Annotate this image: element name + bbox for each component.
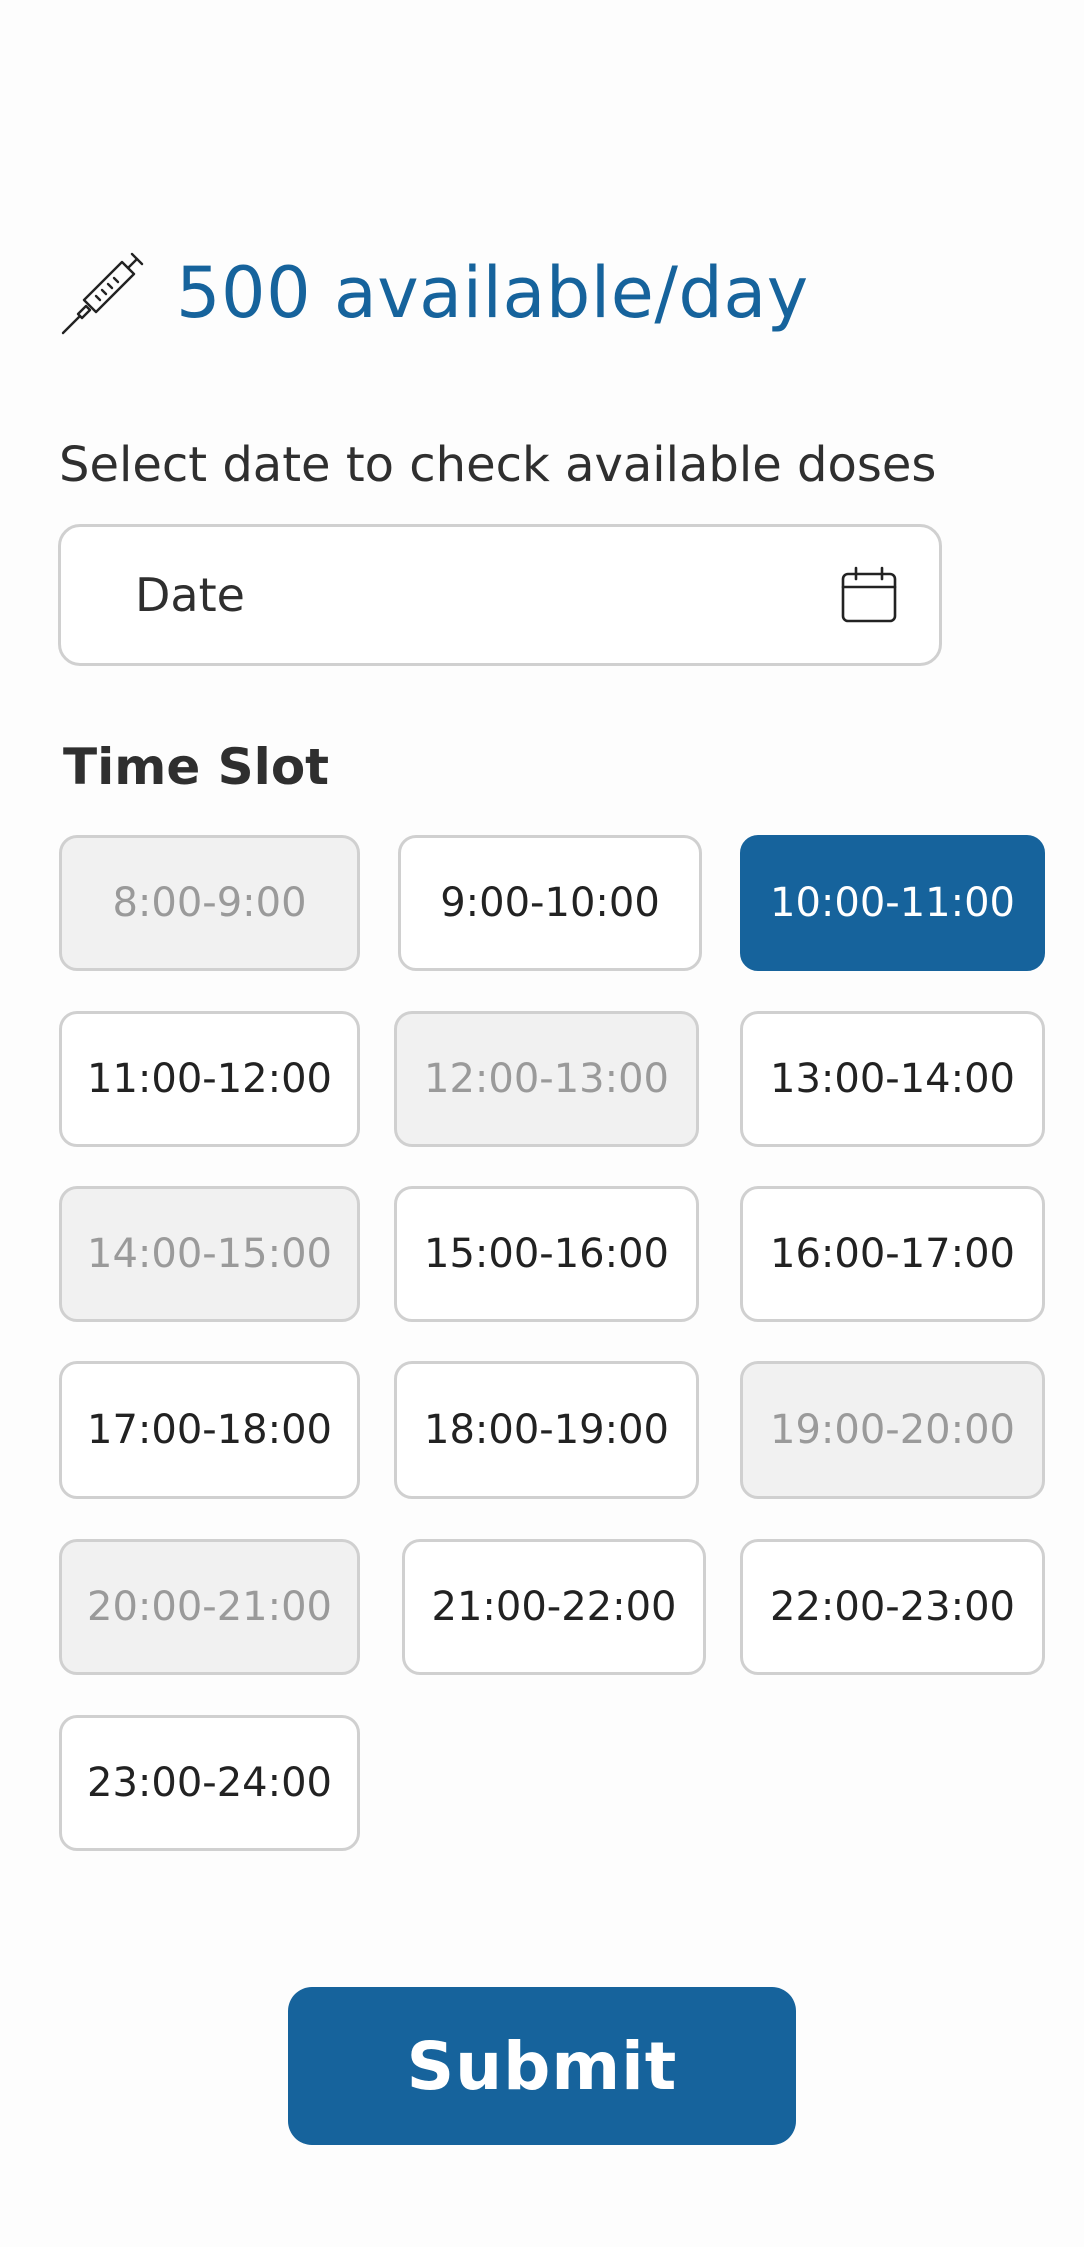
availability-header: 500 available/day bbox=[60, 248, 809, 338]
time-slot-button: 20:00-21:00 bbox=[59, 1539, 360, 1675]
time-slot-button[interactable]: 23:00-24:00 bbox=[59, 1715, 360, 1851]
time-slot-button[interactable]: 11:00-12:00 bbox=[59, 1011, 360, 1147]
date-label: Select date to check available doses bbox=[59, 437, 937, 493]
time-slot-button[interactable]: 15:00-16:00 bbox=[394, 1186, 699, 1322]
time-slot-label: Time Slot bbox=[63, 738, 330, 796]
time-slot-button[interactable]: 13:00-14:00 bbox=[740, 1011, 1045, 1147]
time-slot-button[interactable]: 10:00-11:00 bbox=[740, 835, 1045, 971]
time-slot-button[interactable]: 21:00-22:00 bbox=[402, 1539, 706, 1675]
date-placeholder: Date bbox=[135, 568, 245, 622]
time-slot-button[interactable]: 22:00-23:00 bbox=[740, 1539, 1045, 1675]
time-slot-button[interactable]: 18:00-19:00 bbox=[394, 1361, 699, 1499]
time-slot-button: 19:00-20:00 bbox=[740, 1361, 1045, 1499]
time-slot-button: 8:00-9:00 bbox=[59, 835, 360, 971]
date-field[interactable]: Date bbox=[58, 524, 942, 666]
time-slot-button[interactable]: 9:00-10:00 bbox=[398, 835, 702, 971]
availability-count: 500 available/day bbox=[176, 252, 809, 334]
submit-button[interactable]: Submit bbox=[288, 1987, 796, 2145]
calendar-icon[interactable] bbox=[839, 565, 899, 625]
syringe-icon bbox=[61, 252, 144, 335]
time-slot-button: 14:00-15:00 bbox=[59, 1186, 360, 1322]
time-slot-button[interactable]: 16:00-17:00 bbox=[740, 1186, 1045, 1322]
time-slot-button[interactable]: 17:00-18:00 bbox=[59, 1361, 360, 1499]
time-slot-button: 12:00-13:00 bbox=[394, 1011, 699, 1147]
